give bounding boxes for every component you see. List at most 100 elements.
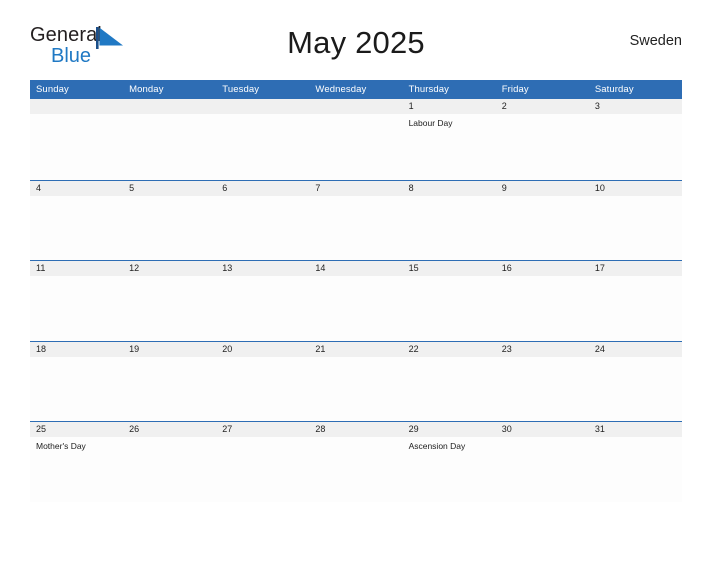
day-cell[interactable]: 19 <box>123 341 217 421</box>
day-cell[interactable]: 21 <box>309 341 403 421</box>
week-row: 4 5 6 7 8 9 10 <box>30 179 682 260</box>
day-number: 9 <box>495 180 589 196</box>
day-number: 14 <box>309 261 403 276</box>
day-cell[interactable]: 27 <box>216 422 310 502</box>
day-cell[interactable]: 2 <box>495 99 589 180</box>
day-number: 27 <box>216 422 310 437</box>
day-number: 25 <box>30 422 124 437</box>
day-number <box>30 99 124 114</box>
day-cell[interactable]: 4 <box>30 180 124 260</box>
day-cell[interactable]: 14 <box>309 261 403 341</box>
day-number: 30 <box>495 422 589 437</box>
region-label: Sweden <box>629 33 682 49</box>
day-cell[interactable]: 8 <box>402 180 496 260</box>
day-cell[interactable]: 17 <box>588 261 682 341</box>
day-event <box>589 114 682 118</box>
day-number: 28 <box>309 422 403 437</box>
day-cell[interactable]: 10 <box>588 180 682 260</box>
day-number: 11 <box>30 261 124 276</box>
day-number: 12 <box>123 261 217 276</box>
day-cell[interactable]: 16 <box>495 261 589 341</box>
calendar-grid: Sunday Monday Tuesday Wednesday Thursday… <box>30 80 682 502</box>
day-event <box>123 276 216 280</box>
day-event <box>496 196 589 200</box>
day-cell[interactable]: 30 <box>495 422 589 502</box>
day-cell[interactable]: 29 Ascension Day <box>402 422 496 502</box>
weekday-monday: Monday <box>129 84 164 95</box>
day-number: 18 <box>30 341 124 357</box>
day-cell[interactable]: 24 <box>588 341 682 421</box>
day-cell[interactable]: 28 <box>309 422 403 502</box>
week-row: 11 12 13 14 15 16 17 <box>30 260 682 341</box>
weekday-thursday: Thursday <box>408 84 449 95</box>
day-cell[interactable] <box>30 99 124 180</box>
weekday-header-row: Sunday Monday Tuesday Wednesday Thursday… <box>30 80 682 99</box>
day-number: 10 <box>588 180 682 196</box>
day-number: 20 <box>216 341 310 357</box>
day-number: 29 <box>402 422 496 437</box>
day-event <box>589 276 682 280</box>
day-cell[interactable] <box>309 99 403 180</box>
day-cell[interactable]: 5 <box>123 180 217 260</box>
day-cell[interactable]: 13 <box>216 261 310 341</box>
day-number: 3 <box>588 99 682 114</box>
day-event <box>309 114 402 118</box>
day-cell[interactable]: 18 <box>30 341 124 421</box>
day-cell[interactable]: 12 <box>123 261 217 341</box>
day-event <box>496 276 589 280</box>
day-cell[interactable] <box>216 99 310 180</box>
calendar-page: General Blue May 2025 Sweden Sunday Mond… <box>0 22 712 572</box>
day-number: 5 <box>123 180 217 196</box>
day-cell[interactable]: 11 <box>30 261 124 341</box>
day-number: 15 <box>402 261 496 276</box>
day-event <box>309 276 402 280</box>
day-cell[interactable]: 1 Labour Day <box>402 99 496 180</box>
day-number: 23 <box>495 341 589 357</box>
day-event <box>589 437 682 441</box>
day-event <box>496 437 589 441</box>
day-cell[interactable]: 9 <box>495 180 589 260</box>
day-cell[interactable]: 26 <box>123 422 217 502</box>
day-number: 26 <box>123 422 217 437</box>
day-number <box>309 99 403 114</box>
week-row: 1 Labour Day 2 3 <box>30 99 682 180</box>
day-cell[interactable]: 25 Mother's Day <box>30 422 124 502</box>
day-number <box>123 99 217 114</box>
day-event <box>30 114 123 118</box>
day-number: 19 <box>123 341 217 357</box>
day-number: 31 <box>588 422 682 437</box>
weekday-saturday: Saturday <box>594 84 634 95</box>
day-event <box>30 276 123 280</box>
day-event <box>403 196 496 200</box>
day-cell[interactable]: 22 <box>402 341 496 421</box>
day-event <box>30 357 123 361</box>
day-cell[interactable]: 6 <box>216 180 310 260</box>
day-event <box>123 357 216 361</box>
day-event: Labour Day <box>408 118 453 128</box>
day-event <box>216 437 309 441</box>
weekday-wednesday: Wednesday <box>315 84 367 95</box>
day-event: Mother's Day <box>36 441 86 451</box>
day-event <box>589 357 682 361</box>
day-number: 2 <box>495 99 589 114</box>
day-event <box>309 437 402 441</box>
day-cell[interactable]: 15 <box>402 261 496 341</box>
day-event <box>309 357 402 361</box>
day-cell[interactable]: 31 <box>588 422 682 502</box>
day-cell[interactable]: 7 <box>309 180 403 260</box>
day-cell[interactable]: 23 <box>495 341 589 421</box>
day-event <box>123 437 216 441</box>
page-header: General Blue May 2025 Sweden <box>30 22 682 80</box>
day-event <box>123 114 216 118</box>
day-event <box>30 196 123 200</box>
day-event <box>216 196 309 200</box>
day-event <box>496 357 589 361</box>
day-number: 22 <box>402 341 496 357</box>
day-number: 7 <box>309 180 403 196</box>
day-number: 6 <box>216 180 310 196</box>
day-cell[interactable]: 20 <box>216 341 310 421</box>
weekday-tuesday: Tuesday <box>222 84 260 95</box>
day-event <box>309 196 402 200</box>
day-cell[interactable] <box>123 99 217 180</box>
day-cell[interactable]: 3 <box>588 99 682 180</box>
